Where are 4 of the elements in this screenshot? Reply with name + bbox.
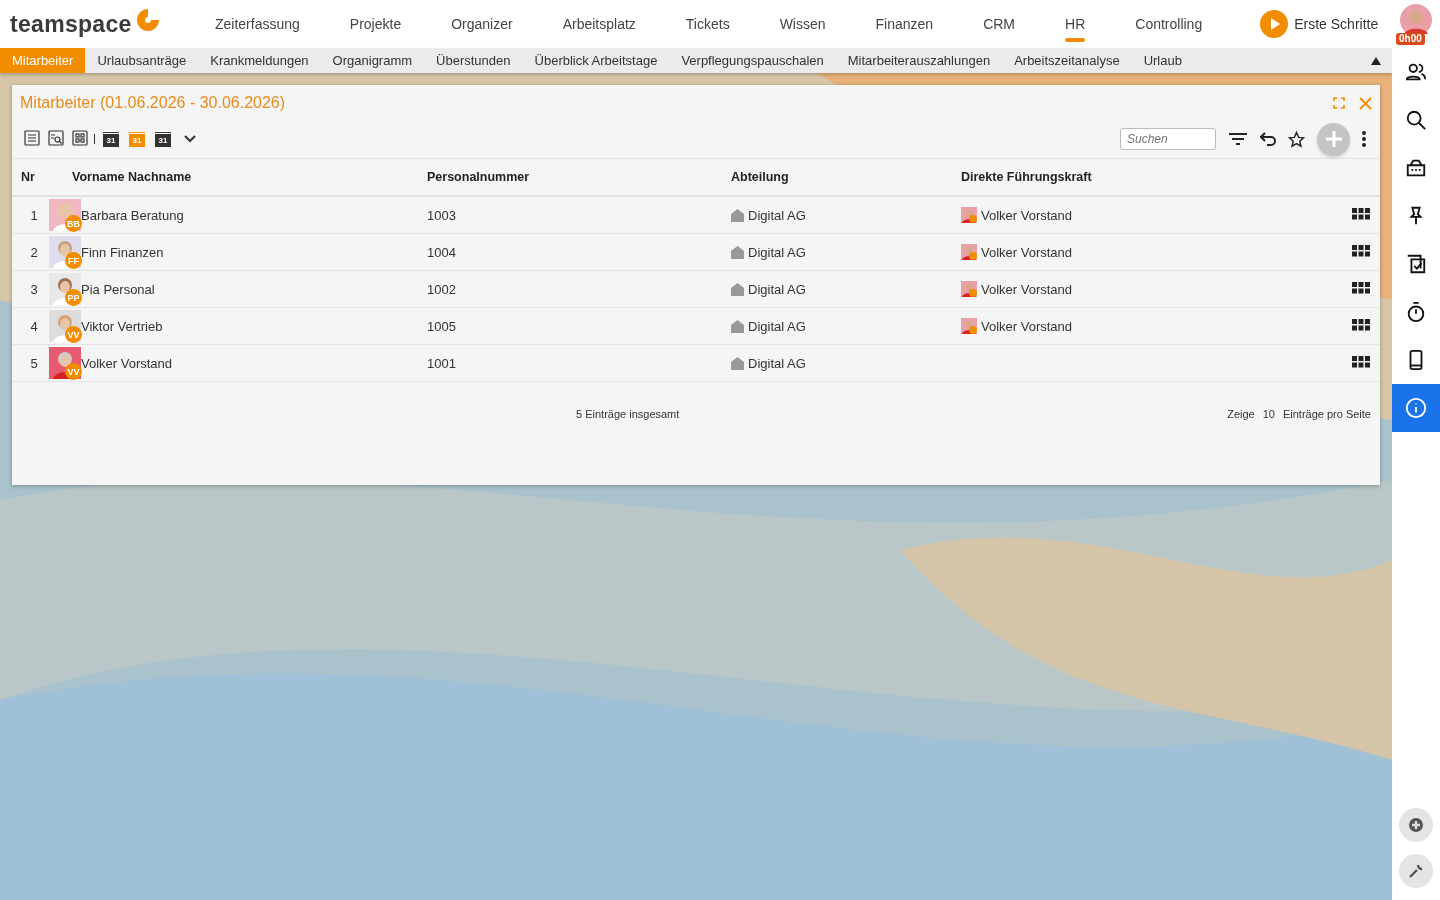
- wrench-icon[interactable]: [1399, 854, 1433, 888]
- add-icon[interactable]: [1399, 808, 1433, 842]
- timer-badge: 0h00: [1396, 33, 1425, 45]
- info-icon[interactable]: [1392, 384, 1440, 432]
